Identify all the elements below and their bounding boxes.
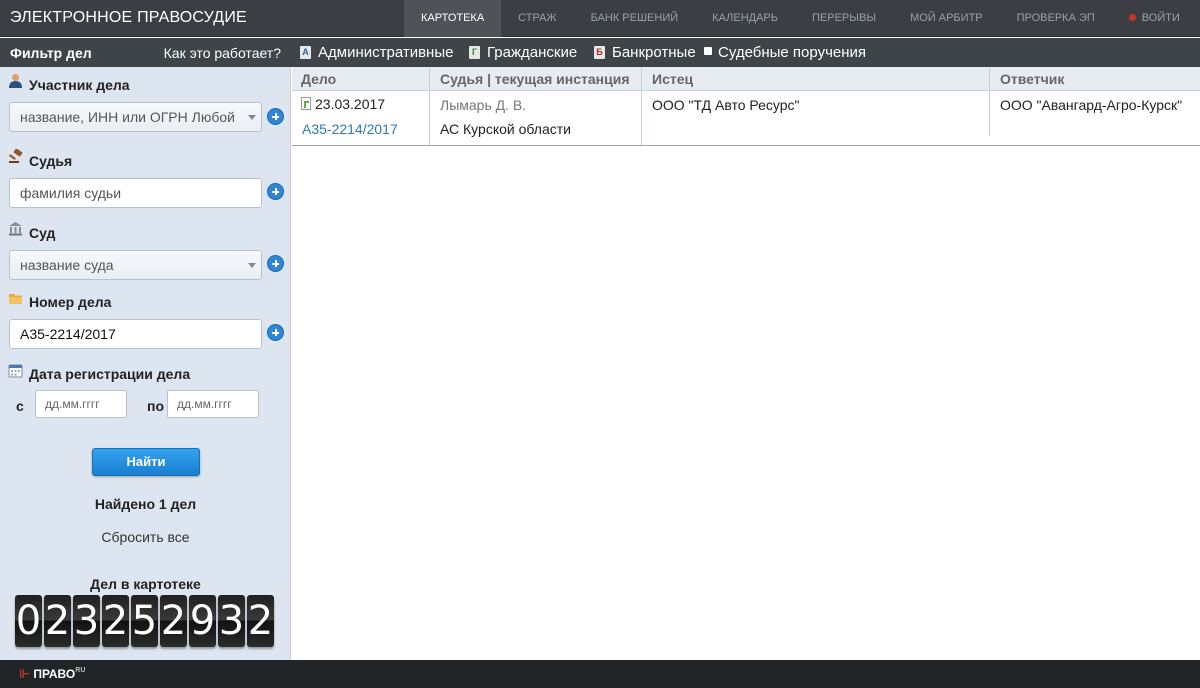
reg-date-label: Дата регистрации дела <box>29 366 191 382</box>
category-court-orders[interactable]: Судебные поручения <box>704 44 866 61</box>
nav-item-bank-decisions[interactable]: БАНК РЕШЕНИЙ <box>574 0 696 37</box>
counter-digit: 3 <box>218 595 245 647</box>
category-civil[interactable]: Г Гражданские <box>469 44 577 61</box>
checkbox-icon <box>704 47 712 55</box>
nav-item-my-arbiter[interactable]: МОЙ АРБИТР <box>893 0 1000 37</box>
defendant-name[interactable]: ООО "Авангард-Агро-Курск" <box>1000 97 1182 113</box>
site-brand[interactable]: ЭЛЕКТРОННОЕ ПРАВОСУДИЕ <box>10 9 247 27</box>
court-name: АС Курской области <box>440 121 571 137</box>
case-number-input[interactable]: А35-2214/2017 <box>9 319 262 349</box>
pravo-logo-suffix: RU <box>75 667 86 674</box>
bankruptcy-icon: Б <box>594 46 605 59</box>
category-administrative[interactable]: А Административные <box>300 44 453 61</box>
category-label: Административные <box>318 44 454 61</box>
person-icon <box>9 74 22 88</box>
court-select[interactable]: название суда <box>9 250 262 280</box>
case-counter: 0 2 3 2 5 2 9 3 2 <box>15 595 274 647</box>
login-label: ВОЙТИ <box>1141 12 1180 24</box>
courthouse-icon <box>9 222 22 236</box>
nav-item-signature-check[interactable]: ПРОВЕРКА ЭП <box>1000 0 1112 37</box>
date-to-label: по <box>147 398 165 414</box>
category-bankruptcy[interactable]: Б Банкротные <box>594 44 696 61</box>
calendar-icon <box>8 364 23 378</box>
date-from-input[interactable]: дд.мм.гггг <box>35 390 127 418</box>
add-court-button[interactable] <box>267 255 284 272</box>
case-date: 23.03.2017 <box>301 96 385 112</box>
participant-placeholder: название, ИНН или ОГРН <box>20 109 188 125</box>
main-nav: КАРТОТЕКА СТРАЖ БАНК РЕШЕНИЙ КАЛЕНДАРЬ П… <box>404 0 1197 37</box>
date-to-input[interactable]: дд.мм.гггг <box>167 390 259 418</box>
filter-title: Фильтр дел <box>10 45 92 61</box>
counter-digit: 2 <box>247 595 274 647</box>
administrative-icon: А <box>300 46 311 59</box>
counter-title: Дел в картотеке <box>90 576 201 592</box>
nav-item-breaks[interactable]: ПЕРЕРЫВЫ <box>795 0 893 37</box>
counter-digit: 2 <box>160 595 187 647</box>
nav-item-kartoteka[interactable]: КАРТОТЕКА <box>404 0 502 37</box>
login-link[interactable]: ВОЙТИ <box>1112 0 1197 37</box>
table-row: 23.03.2017 А35-2214/2017 Лымарь Д. В. АС… <box>292 92 1200 146</box>
civil-icon: Г <box>469 46 480 59</box>
category-label: Судебные поручения <box>718 44 867 61</box>
column-header-case[interactable]: Дело <box>301 71 336 87</box>
filter-sidebar: Фильтр дел Как это работает? Участник де… <box>0 38 291 660</box>
add-participant-button[interactable] <box>267 108 284 125</box>
pravo-logo-mark-icon: ⊩ <box>19 667 30 681</box>
top-bar: ЭЛЕКТРОННОЕ ПРАВОСУДИЕ КАРТОТЕКА СТРАЖ Б… <box>0 0 1200 37</box>
add-case-number-button[interactable] <box>267 324 284 341</box>
filter-header: Фильтр дел Как это работает? <box>0 38 291 67</box>
counter-digit: 5 <box>131 595 158 647</box>
counter-digit: 2 <box>102 595 129 647</box>
document-icon <box>301 97 311 110</box>
category-label: Гражданские <box>487 44 578 61</box>
nav-item-strazh[interactable]: СТРАЖ <box>501 0 573 37</box>
add-judge-button[interactable] <box>267 183 284 200</box>
login-dot-icon <box>1128 13 1136 21</box>
counter-digit: 9 <box>189 595 216 647</box>
column-header-judge[interactable]: Судья | текущая инстанция <box>440 71 630 87</box>
counter-digit: 0 <box>15 595 42 647</box>
judge-name: Лымарь Д. В. <box>440 97 527 113</box>
how-it-works-link[interactable]: Как это работает? <box>164 45 281 61</box>
judge-input[interactable]: фамилия судьи <box>9 178 262 208</box>
gavel-icon <box>8 149 23 163</box>
counter-digit: 3 <box>73 595 100 647</box>
plaintiff-name[interactable]: ООО "ТД Авто Ресурс" <box>652 97 800 113</box>
found-count: Найдено 1 дел <box>94 496 197 512</box>
category-label: Банкротные <box>612 44 696 61</box>
folder-icon <box>9 294 22 304</box>
pravo-logo[interactable]: ⊩ ПРАВОRU <box>19 667 85 681</box>
participant-input[interactable]: название, ИНН или ОГРН Любой <box>9 102 262 132</box>
court-placeholder: название суда <box>20 257 114 273</box>
participant-label: Участник дела <box>29 77 130 93</box>
case-number-link[interactable]: А35-2214/2017 <box>302 121 398 137</box>
date-from-placeholder: дд.мм.гггг <box>45 397 100 411</box>
participant-role-select[interactable]: Любой <box>192 109 235 125</box>
case-number-label: Номер дела <box>29 294 112 310</box>
category-bar: А Административные Г Гражданские Б Банкротн… <box>291 38 1200 67</box>
court-label: Суд <box>29 225 56 241</box>
case-number-value: А35-2214/2017 <box>20 326 116 342</box>
footer: ⊩ ПРАВОRU <box>0 660 1200 688</box>
counter-digit: 2 <box>44 595 71 647</box>
chevron-down-icon[interactable] <box>243 251 261 279</box>
pravo-logo-text: ПРАВО <box>33 667 76 681</box>
date-from-label: с <box>16 398 24 414</box>
judge-label: Судья <box>29 153 73 169</box>
column-header-plaintiff[interactable]: Истец <box>652 71 693 87</box>
chevron-down-icon[interactable] <box>243 103 261 131</box>
case-date-text: 23.03.2017 <box>315 96 386 112</box>
judge-placeholder: фамилия судьи <box>20 185 122 201</box>
nav-item-calendar[interactable]: КАЛЕНДАРЬ <box>695 0 795 37</box>
date-to-placeholder: дд.мм.гггг <box>177 397 232 411</box>
reset-all-link[interactable]: Сбросить все <box>0 529 291 545</box>
find-button[interactable]: Найти <box>92 448 200 476</box>
column-header-defendant[interactable]: Ответчик <box>1000 71 1064 87</box>
